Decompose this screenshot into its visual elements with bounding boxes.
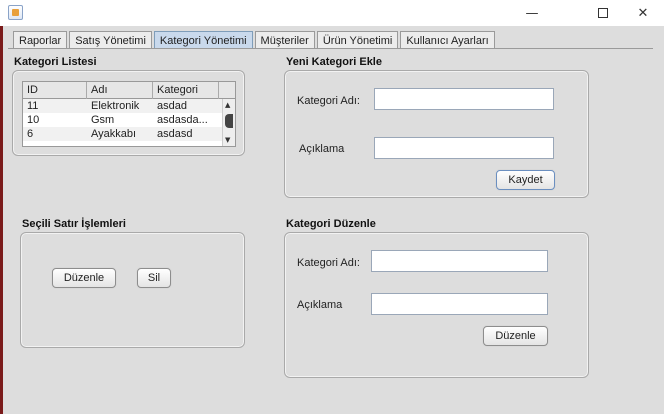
tab-bar: Raporlar Satış Yönetimi Kategori Yönetim… bbox=[13, 31, 497, 49]
scroll-up-icon[interactable]: ▲ bbox=[225, 101, 230, 109]
table-cell-id: 6 bbox=[27, 128, 34, 140]
delete-row-button[interactable]: Sil bbox=[137, 268, 171, 288]
tab-raporlar[interactable]: Raporlar bbox=[13, 31, 68, 49]
title-bar: — ✕ bbox=[0, 0, 664, 26]
minimize-icon: — bbox=[525, 5, 539, 21]
scroll-down-icon[interactable]: ▼ bbox=[225, 136, 230, 144]
tab-urun-yonetimi[interactable]: Ürün Yönetimi bbox=[316, 31, 399, 49]
window-edge-stripe bbox=[0, 26, 3, 414]
table-cell-id: 10 bbox=[27, 114, 40, 126]
table-cell-name: Gsm bbox=[91, 114, 115, 126]
table-row[interactable]: 11 Elektronik asdad bbox=[23, 99, 235, 113]
table-cell-category: asdad bbox=[157, 100, 187, 112]
close-button[interactable]: ✕ bbox=[621, 0, 664, 26]
table-cell-name: Ayakkabı bbox=[91, 128, 137, 140]
column-header-name[interactable]: Adı bbox=[87, 82, 153, 99]
save-button[interactable]: Kaydet bbox=[496, 170, 555, 190]
table-cell-name: Elektronik bbox=[91, 100, 140, 112]
new-category-name-label: Kategori Adı: bbox=[297, 95, 360, 107]
table-header: ID Adı Kategori bbox=[23, 82, 235, 99]
category-table[interactable]: ID Adı Kategori 11 Elektronik asdad 10 G… bbox=[22, 81, 236, 147]
edit-category-description-label: Açıklama bbox=[297, 299, 343, 311]
new-category-name-input[interactable] bbox=[374, 88, 554, 110]
table-scrollbar[interactable]: ▲ ▼ bbox=[222, 99, 235, 146]
tab-kullanici-ayarlari[interactable]: Kullanıcı Ayarları bbox=[400, 31, 495, 49]
tab-divider bbox=[8, 48, 653, 49]
edit-category-name-input[interactable] bbox=[371, 250, 548, 272]
tab-musteriler[interactable]: Müşteriler bbox=[254, 31, 315, 49]
edit-category-button[interactable]: Düzenle bbox=[483, 326, 548, 346]
edit-row-button[interactable]: Düzenle bbox=[52, 268, 116, 288]
edit-category-name-label: Kategori Adı: bbox=[297, 257, 360, 269]
edit-category-title: Kategori Düzenle bbox=[286, 218, 376, 230]
category-list-title: Kategori Listesi bbox=[14, 56, 97, 68]
maximize-button[interactable] bbox=[581, 0, 625, 26]
selected-row-group bbox=[20, 232, 245, 348]
table-cell-category: asdasd bbox=[157, 128, 193, 140]
table-cell-id: 11 bbox=[27, 100, 39, 112]
table-row[interactable]: 10 Gsm asdasda... bbox=[23, 113, 235, 127]
new-category-description-label: Açıklama bbox=[299, 143, 345, 155]
scroll-thumb[interactable] bbox=[225, 114, 233, 128]
new-category-description-input[interactable] bbox=[374, 137, 554, 159]
close-icon: ✕ bbox=[637, 5, 649, 21]
column-header-category[interactable]: Kategori bbox=[153, 82, 219, 99]
table-cell-category: asdasda... bbox=[157, 114, 208, 126]
java-window-icon bbox=[8, 5, 23, 20]
new-category-title: Yeni Kategori Ekle bbox=[286, 56, 382, 68]
selected-row-title: Seçili Satır İşlemleri bbox=[22, 218, 126, 230]
tab-satis-yonetimi[interactable]: Satış Yönetimi bbox=[69, 31, 152, 49]
table-body: 11 Elektronik asdad 10 Gsm asdasda... 6 … bbox=[23, 99, 235, 141]
column-header-id[interactable]: ID bbox=[23, 82, 87, 99]
edit-category-description-input[interactable] bbox=[371, 293, 548, 315]
tab-kategori-yonetimi[interactable]: Kategori Yönetimi bbox=[153, 31, 253, 49]
table-row[interactable]: 6 Ayakkabı asdasd bbox=[23, 127, 235, 141]
minimize-button[interactable]: — bbox=[510, 0, 554, 26]
maximize-icon bbox=[598, 8, 608, 18]
